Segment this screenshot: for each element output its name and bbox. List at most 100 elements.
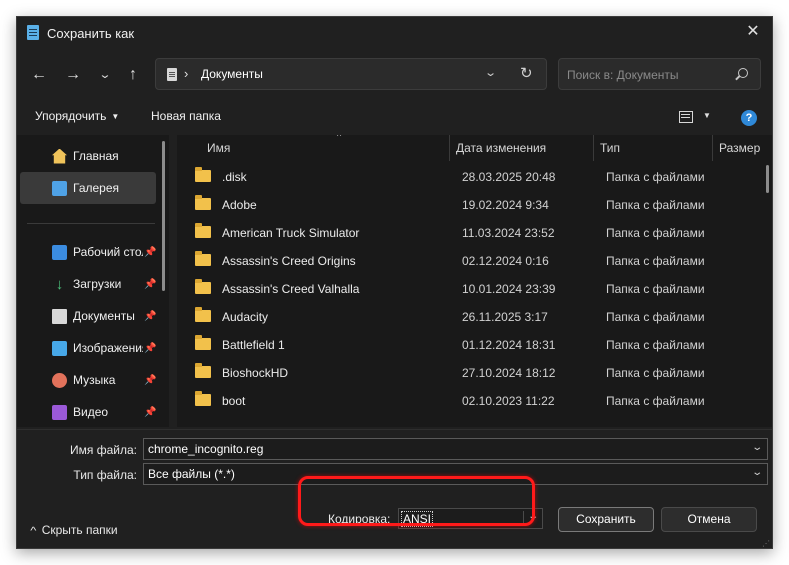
documents-icon	[52, 308, 67, 324]
view-caret-down-icon[interactable]: ▼	[703, 111, 711, 120]
hide-folders-label: Скрыть папки	[41, 523, 118, 537]
file-row[interactable]: Assassin's Creed Valhalla 10.01.2024 23:…	[187, 275, 705, 303]
filename-combobox[interactable]: chrome_incognito.reg ⌄	[143, 438, 768, 460]
sidebar-scrollbar[interactable]	[162, 141, 165, 291]
refresh-icon[interactable]: ↻	[520, 64, 533, 82]
address-dropdown-icon[interactable]: ⌄	[484, 66, 497, 79]
help-icon[interactable]: ?	[741, 110, 757, 126]
file-row[interactable]: Adobe 19.02.2024 9:34 Папка с файлами	[187, 191, 705, 219]
file-name: boot	[222, 394, 246, 408]
dialog-title: Сохранить как	[47, 26, 135, 41]
search-input[interactable]	[567, 66, 727, 83]
sidebar-item-desktop[interactable]: Рабочий стол 📌	[20, 236, 156, 268]
file-type: Папка с файлами	[606, 394, 705, 408]
file-row[interactable]: Audacity 26.11.2025 3:17 Папка с файлами	[187, 303, 705, 331]
resize-grip-icon[interactable]: ⋰	[762, 540, 770, 548]
file-date: 02.12.2024 0:16	[462, 254, 549, 268]
address-bar[interactable]: › Документы ⌄ ↻	[155, 58, 547, 90]
close-button[interactable]: ✕	[744, 23, 762, 41]
music-icon	[52, 372, 67, 388]
save-button[interactable]: Сохранить	[558, 507, 654, 532]
file-name: .disk	[222, 170, 247, 184]
forward-arrow-icon[interactable]: →	[63, 65, 83, 85]
file-name: Adobe	[222, 198, 257, 212]
column-divider[interactable]	[712, 135, 713, 161]
pin-icon[interactable]: 📌	[144, 375, 156, 386]
pin-icon[interactable]: 📌	[144, 247, 156, 258]
folder-icon	[195, 391, 211, 406]
filetype-dropdown-icon[interactable]: ⌄	[751, 467, 763, 478]
filename-label: Имя файла:	[70, 443, 137, 457]
video-icon	[52, 404, 67, 420]
column-header-name[interactable]: Имя	[207, 135, 230, 161]
file-type: Папка с файлами	[606, 338, 705, 352]
sidebar-item-documents[interactable]: Документы 📌	[20, 300, 156, 332]
sort-ascending-icon: ^	[337, 135, 342, 141]
folder-icon	[195, 195, 211, 210]
save-options-panel: Имя файла: chrome_incognito.reg ⌄ Тип фа…	[17, 429, 772, 548]
column-divider[interactable]	[593, 135, 594, 161]
sidebar-item-gallery[interactable]: Галерея	[20, 172, 156, 204]
column-header-date[interactable]: Дата изменения	[456, 135, 546, 161]
pin-icon[interactable]: 📌	[144, 407, 156, 418]
view-options-icon[interactable]	[679, 111, 693, 123]
breadcrumb-documents[interactable]: Документы	[201, 67, 263, 81]
desktop-icon	[52, 244, 67, 260]
filename-dropdown-icon[interactable]: ⌄	[751, 442, 763, 453]
select-divider	[523, 511, 524, 526]
title-bar: Сохранить как ✕	[17, 17, 772, 49]
sidebar-item-label: Видео	[73, 405, 109, 419]
hide-folders-button[interactable]: ^ Скрыть папки	[30, 523, 118, 537]
file-row[interactable]: .disk 28.03.2025 20:48 Папка с файлами	[187, 163, 705, 191]
file-row[interactable]: boot 02.10.2023 11:22 Папка с файлами	[187, 387, 705, 415]
search-box[interactable]	[558, 58, 761, 90]
file-date: 01.12.2024 18:31	[462, 338, 556, 352]
gallery-icon	[52, 180, 67, 196]
encoding-dropdown-icon[interactable]: ⌄	[527, 511, 539, 522]
sidebar-item-downloads[interactable]: ↓ Загрузки 📌	[20, 268, 157, 300]
back-arrow-icon[interactable]: ←	[29, 65, 49, 85]
encoding-select[interactable]: ANSI ⌄	[398, 508, 543, 529]
folder-icon	[195, 223, 211, 238]
file-date: 26.11.2025 3:17	[462, 310, 548, 324]
file-type: Папка с файлами	[606, 282, 705, 296]
folder-icon	[195, 363, 211, 378]
file-name: Assassin's Creed Valhalla	[222, 282, 360, 296]
sidebar-item-label: Документы	[73, 309, 135, 323]
navigation-pane: Главная Галерея Рабочий стол 📌 ↓ Загрузк…	[17, 135, 169, 427]
sidebar-item-images[interactable]: Изображения 📌	[20, 332, 156, 364]
sidebar-item-video[interactable]: Видео 📌	[20, 396, 156, 428]
breadcrumb-separator-icon[interactable]: ›	[184, 66, 188, 81]
command-bar: Упорядочить ▼ Новая папка ▼ ?	[17, 103, 772, 131]
up-arrow-icon[interactable]: ↑	[123, 65, 143, 85]
filetype-select[interactable]: Все файлы (*.*) ⌄	[143, 463, 768, 485]
file-date: 27.10.2024 18:12	[462, 366, 556, 380]
file-row[interactable]: BioshockHD 27.10.2024 18:12 Папка с файл…	[187, 359, 705, 387]
sidebar-item-home[interactable]: Главная	[20, 140, 156, 172]
recent-locations-chevron-icon[interactable]: ⌄	[91, 65, 119, 85]
pin-icon[interactable]: 📌	[144, 343, 156, 354]
folder-icon	[195, 335, 211, 350]
file-type: Папка с файлами	[606, 198, 705, 212]
filename-input[interactable]: chrome_incognito.reg	[148, 442, 263, 456]
file-row[interactable]: American Truck Simulator 11.03.2024 23:5…	[187, 219, 705, 247]
pin-icon[interactable]: 📌	[144, 279, 156, 290]
file-row[interactable]: Assassin's Creed Origins 02.12.2024 0:16…	[187, 247, 705, 275]
column-header-type[interactable]: Тип	[600, 135, 620, 161]
sidebar-item-music[interactable]: Музыка 📌	[20, 364, 156, 396]
folder-icon	[195, 279, 211, 294]
cancel-button[interactable]: Отмена	[661, 507, 757, 532]
sidebar-divider	[27, 223, 155, 224]
file-name: American Truck Simulator	[222, 226, 360, 240]
pin-icon[interactable]: 📌	[144, 311, 156, 322]
organize-button[interactable]: Упорядочить ▼	[35, 109, 119, 123]
sidebar-item-label: Музыка	[73, 373, 116, 387]
search-icon[interactable]	[738, 68, 748, 78]
file-list-scrollbar[interactable]	[766, 165, 769, 193]
new-folder-button[interactable]: Новая папка	[151, 109, 221, 123]
column-divider[interactable]	[449, 135, 450, 161]
file-row[interactable]: Battlefield 1 01.12.2024 18:31 Папка с ф…	[187, 331, 705, 359]
encoding-value: ANSI	[401, 511, 434, 527]
download-icon: ↓	[55, 275, 64, 293]
column-header-size[interactable]: Размер	[719, 135, 760, 161]
